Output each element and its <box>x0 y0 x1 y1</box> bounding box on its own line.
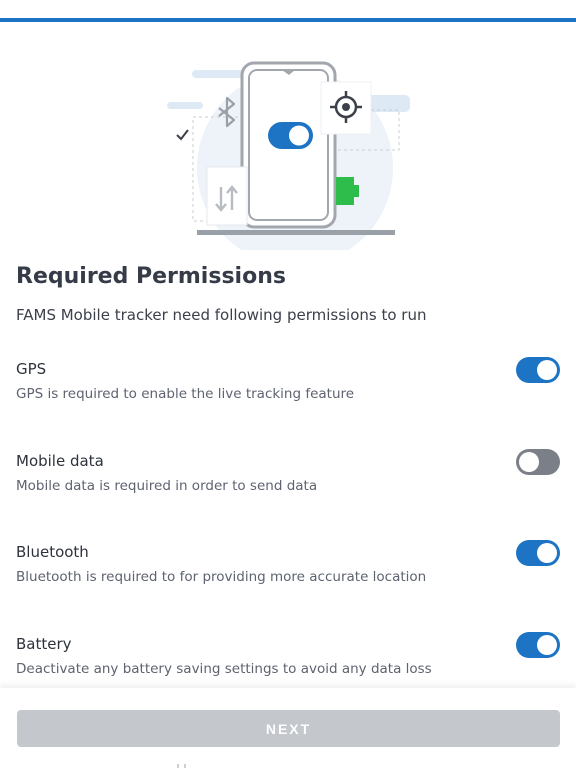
toggle-knob <box>537 360 557 380</box>
page-subtitle: FAMS Mobile tracker need following permi… <box>16 306 427 324</box>
bluetooth-toggle[interactable] <box>516 540 560 566</box>
permission-name: Bluetooth <box>16 543 89 561</box>
permission-battery: Battery Deactivate any battery saving se… <box>0 632 576 695</box>
permission-bluetooth: Bluetooth Bluetooth is required to for p… <box>0 540 576 603</box>
permission-mobile-data: Mobile data Mobile data is required in o… <box>0 449 576 512</box>
battery-toggle[interactable] <box>516 632 560 658</box>
bottom-action-panel: NEXT <box>0 688 576 768</box>
toggle-knob <box>519 452 539 472</box>
crosshair-icon <box>320 81 372 135</box>
permission-name: Mobile data <box>16 452 104 470</box>
permissions-illustration <box>0 40 576 266</box>
permission-description: Bluetooth is required to for providing m… <box>16 569 427 585</box>
toggle-icon <box>268 122 313 149</box>
permission-description: Mobile data is required in order to send… <box>16 478 318 494</box>
page-title: Required Permissions <box>16 264 286 289</box>
permission-description: Deactivate any battery saving settings t… <box>16 661 432 677</box>
mobile-data-toggle[interactable] <box>516 449 560 475</box>
gps-toggle[interactable] <box>516 357 560 383</box>
data-transfer-icon <box>206 166 248 226</box>
toggle-knob <box>537 543 557 563</box>
permission-name: Battery <box>16 635 72 653</box>
next-button[interactable]: NEXT <box>17 710 560 747</box>
permission-description: GPS is required to enable the live track… <box>16 386 355 402</box>
top-accent-bar <box>0 18 576 22</box>
toggle-knob <box>537 635 557 655</box>
checkmark-icon <box>176 129 189 141</box>
permission-name: GPS <box>16 360 47 378</box>
scroll-hint-icon <box>177 764 186 768</box>
permission-gps: GPS GPS is required to enable the live t… <box>0 357 576 420</box>
